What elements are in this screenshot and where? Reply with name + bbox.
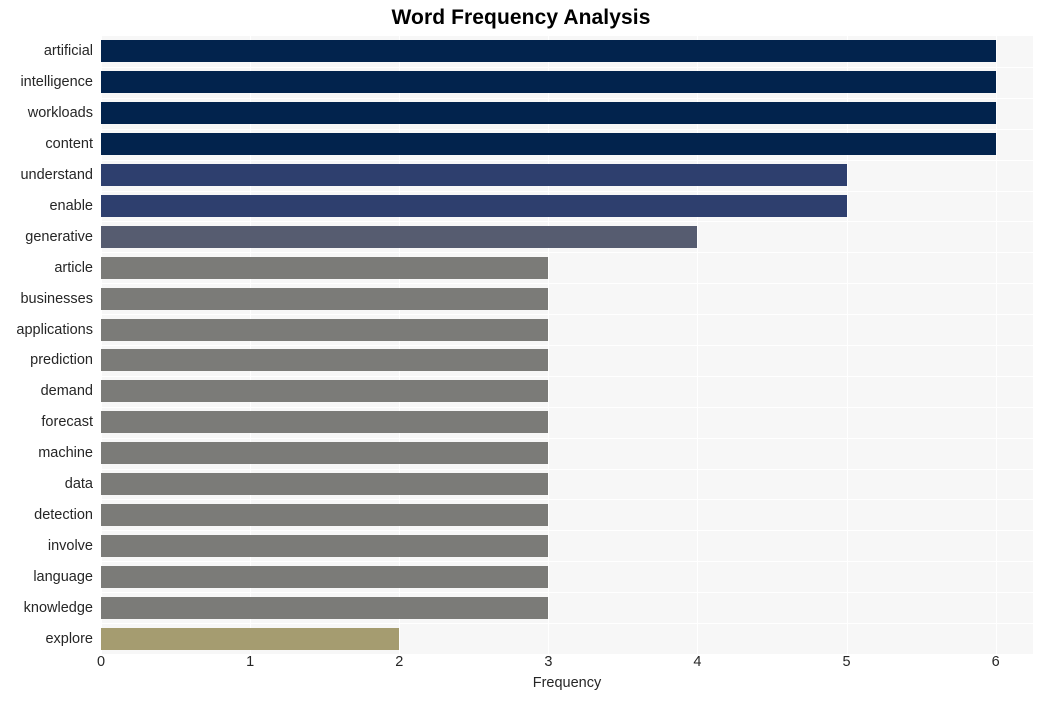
y-axis-tick-label: knowledge <box>23 599 93 616</box>
bar <box>101 349 549 372</box>
bar <box>101 534 549 557</box>
x-axis-tick-label: 4 <box>693 654 702 670</box>
bar <box>101 225 698 248</box>
y-axis-tick-label: enable <box>49 197 93 214</box>
y-gridline <box>101 345 1033 346</box>
bar <box>101 164 847 187</box>
x-axis-tick-label: 3 <box>544 654 553 670</box>
bar <box>101 40 996 63</box>
y-axis-tick-label: data <box>64 476 93 493</box>
bar <box>101 380 549 403</box>
y-gridline <box>101 623 1033 624</box>
bar <box>101 318 549 341</box>
bar <box>101 565 549 588</box>
y-axis-tick-label: forecast <box>41 414 93 431</box>
y-axis-tick-label: content <box>45 136 93 153</box>
y-gridline <box>101 283 1033 284</box>
bar <box>101 71 996 94</box>
y-gridline <box>101 438 1033 439</box>
x-axis-tick-label: 0 <box>96 654 106 670</box>
y-axis-tick-label: applications <box>16 321 93 338</box>
y-gridline <box>101 221 1033 222</box>
plot-area <box>101 36 1033 654</box>
y-axis-tick-label: workloads <box>27 105 93 122</box>
y-gridline <box>101 499 1033 500</box>
y-gridline <box>101 561 1033 562</box>
y-axis-tick-label: artificial <box>43 43 93 60</box>
y-axis-tick-label: language <box>33 568 93 585</box>
y-gridline <box>101 67 1033 68</box>
bar <box>101 287 549 310</box>
y-axis-tick-labels: artificial intelligence workloads content un… <box>0 36 93 654</box>
y-axis-tick-label: intelligence <box>20 74 93 91</box>
bar <box>101 411 549 434</box>
y-axis-tick-label: detection <box>34 506 93 523</box>
y-gridline <box>101 530 1033 531</box>
y-axis-tick-label: involve <box>47 537 93 554</box>
bar <box>101 442 549 465</box>
y-axis-tick-label: understand <box>20 167 93 184</box>
y-gridline <box>101 191 1033 192</box>
bar <box>101 503 549 526</box>
bar <box>101 627 400 650</box>
bar <box>101 256 549 279</box>
y-gridline <box>101 314 1033 315</box>
x-axis-tick-label: 6 <box>991 654 1000 670</box>
y-gridline <box>101 469 1033 470</box>
x-axis-title: Frequency <box>532 675 602 691</box>
bar <box>101 194 847 217</box>
y-axis-tick-label: generative <box>25 228 93 245</box>
bar <box>101 102 996 125</box>
y-axis-tick-label: machine <box>38 445 93 462</box>
y-gridline <box>101 252 1033 253</box>
y-axis-tick-label: article <box>54 259 93 276</box>
x-axis-tick-label: 5 <box>842 654 851 670</box>
chart-title: Word Frequency Analysis <box>391 6 651 29</box>
y-axis-tick-label: demand <box>40 383 93 400</box>
x-axis-tick-label: 1 <box>246 654 255 670</box>
y-gridline <box>101 160 1033 161</box>
bar <box>101 133 996 156</box>
x-axis-tick-label: 2 <box>395 654 404 670</box>
y-axis-tick-label: businesses <box>20 290 93 307</box>
y-gridline <box>101 129 1033 130</box>
y-axis-tick-label: explore <box>45 630 93 647</box>
y-gridline <box>101 98 1033 99</box>
bar <box>101 596 549 619</box>
y-axis-tick-label: prediction <box>30 352 93 369</box>
y-gridline <box>101 407 1033 408</box>
bar <box>101 473 549 496</box>
y-gridline <box>101 592 1033 593</box>
word-frequency-chart-figure: Word Frequency Analysis artificial intell… <box>0 0 1042 701</box>
y-gridline <box>101 376 1033 377</box>
